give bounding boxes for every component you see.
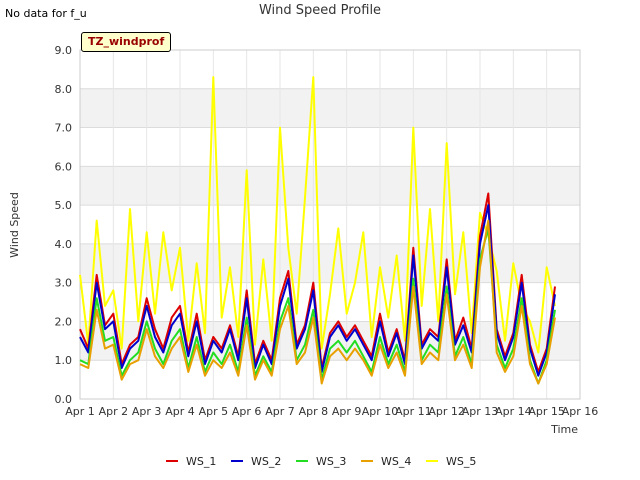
y-tick-label: 4.0: [55, 238, 73, 251]
x-axis-label: Time: [550, 423, 578, 436]
x-tick-label: Apr 16: [562, 405, 599, 418]
x-tick-label: Apr 8: [299, 405, 329, 418]
x-tick-label: Apr 15: [528, 405, 565, 418]
legend-label: WS_3: [316, 455, 346, 468]
x-tick-label: Apr 9: [332, 405, 362, 418]
grid-band: [80, 50, 580, 89]
x-tick-label: Apr 6: [232, 405, 262, 418]
x-tick-label: Apr 3: [132, 405, 162, 418]
legend-label: WS_1: [186, 455, 216, 468]
grid-band: [80, 166, 580, 206]
x-tick-label: Apr 10: [362, 405, 399, 418]
grid-band: [80, 127, 580, 167]
grid-band: [80, 88, 580, 128]
x-tick-label: Apr 14: [495, 405, 532, 418]
y-tick-label: 5.0: [55, 199, 73, 212]
grid-band: [80, 205, 580, 244]
chart-canvas: 0.01.02.03.04.05.06.07.08.09.0 Apr 1 Apr …: [8, 44, 598, 468]
legend-label: WS_2: [251, 455, 281, 468]
x-tick-label: Apr 13: [462, 405, 499, 418]
y-tick-label: 1.0: [55, 354, 73, 367]
x-tick-label: Apr 1: [65, 405, 95, 418]
x-tick-labels: Apr 1 Apr 2 Apr 3 Apr 4 Apr 5 Apr 6 Apr 7 Apr 8…: [65, 405, 598, 418]
x-tick-label: Apr 7: [265, 405, 295, 418]
y-tick-label: 2.0: [55, 315, 73, 328]
y-tick-label: 7.0: [55, 122, 73, 135]
legend-label: WS_4: [381, 455, 411, 468]
y-tick-label: 6.0: [55, 160, 73, 173]
y-tick-labels: 0.01.02.03.04.05.06.07.08.09.0: [55, 44, 73, 406]
y-tick-label: 9.0: [55, 44, 73, 57]
y-axis-label: Wind Speed: [8, 192, 21, 258]
x-tick-label: Apr 12: [428, 405, 465, 418]
chart-page: No data for f_u Wind Speed Profile 0.0 1.…: [0, 0, 640, 480]
x-tick-label: Apr 5: [199, 405, 229, 418]
x-tick-label: Apr 4: [165, 405, 195, 418]
site-tag: TZ_windprof: [81, 32, 172, 52]
legend: WS_1 WS_2 WS_3 WS_4 WS_5: [166, 455, 476, 468]
y-tick-label: 8.0: [55, 83, 73, 96]
grid-band: [80, 243, 580, 283]
legend-label: WS_5: [446, 455, 476, 468]
x-tick-label: Apr 2: [99, 405, 129, 418]
x-tick-label: Apr 11: [395, 405, 432, 418]
y-tick-label: 3.0: [55, 277, 73, 290]
